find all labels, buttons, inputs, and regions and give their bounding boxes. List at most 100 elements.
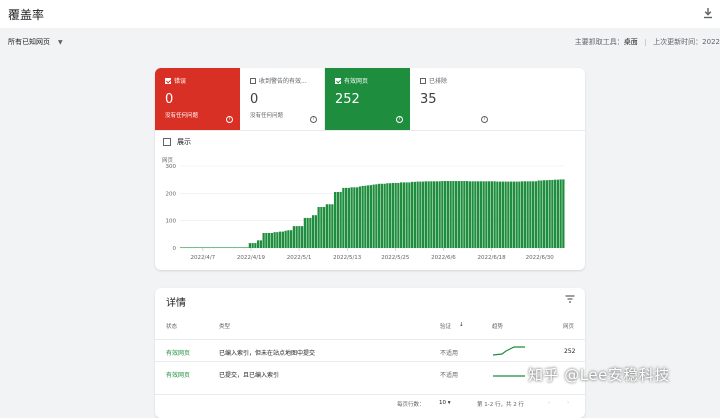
chart-bar	[325, 204, 328, 248]
chart-bar	[441, 181, 444, 248]
chart-bar	[391, 182, 394, 248]
tile-errors[interactable]: 错误 0 没有任何问题 ?	[155, 68, 240, 130]
checkbox-icon[interactable]	[163, 138, 171, 146]
chart-bar	[207, 247, 211, 248]
chart-bar	[182, 247, 186, 248]
chart-bar	[499, 181, 502, 248]
chart-bar	[548, 179, 551, 248]
help-icon[interactable]: ?	[226, 116, 233, 123]
chart-bar	[389, 183, 392, 248]
chart-bar	[276, 232, 279, 248]
chart-bar	[493, 181, 496, 248]
chart-bar	[446, 181, 449, 248]
chart-bar	[405, 182, 408, 248]
help-icon[interactable]: ?	[396, 116, 403, 123]
chart-bar	[545, 180, 548, 248]
chart-bar	[466, 181, 469, 248]
chart-bar	[537, 180, 540, 248]
chart-bar	[312, 215, 315, 248]
prev-page-icon[interactable]: ‹	[548, 400, 550, 406]
show-impressions-toggle[interactable]: 展示	[163, 137, 191, 147]
chart-bar	[504, 181, 507, 248]
tile-label: 收到警告的有效...	[259, 78, 307, 85]
y-tick-label: 100	[166, 219, 177, 225]
chart-bar	[270, 232, 273, 248]
chart-bar	[193, 247, 197, 248]
checkbox-icon[interactable]	[250, 77, 256, 84]
sort-desc-icon[interactable]: ↓	[459, 322, 464, 328]
column-header-pages[interactable]: 网页	[563, 322, 574, 330]
chart-bar	[185, 247, 189, 248]
help-icon[interactable]: ?	[310, 116, 317, 123]
row-status: 有效网页	[166, 350, 191, 357]
chart-bar	[226, 247, 230, 248]
chart-bar	[199, 247, 202, 248]
table-header: 状态 类型 验证 ↓ 趋势 网页	[155, 322, 585, 332]
chart-bar	[416, 181, 419, 248]
tile-excluded[interactable]: 已排除 35 ?	[410, 68, 495, 130]
chart-bar	[202, 247, 205, 248]
checkbox-icon[interactable]	[420, 77, 426, 84]
chart-bar	[257, 240, 260, 248]
chart-bar	[430, 181, 433, 248]
chevron-down-icon: ▼	[58, 38, 63, 46]
x-tick-label: 2022/4/7	[190, 255, 215, 261]
chart-bar	[488, 181, 491, 248]
chart-bar	[303, 217, 306, 248]
crawler-label: 主要抓取工具：	[574, 38, 624, 46]
filter-icon[interactable]	[565, 295, 575, 303]
table-row[interactable]: 有效网页 已编入索引，但未在站点地图中提交 不适用 252	[155, 339, 585, 362]
chart-bar	[402, 182, 405, 248]
page-filter-dropdown[interactable]: 所有已知网页 ▼	[8, 37, 63, 47]
chart-bar	[490, 181, 493, 248]
column-header-type[interactable]: 类型	[219, 322, 230, 330]
y-tick-label: 0	[173, 246, 177, 252]
chart-bar	[457, 181, 460, 248]
chart-bar	[281, 231, 284, 248]
chart-bar	[501, 181, 504, 248]
chart-bar	[471, 181, 474, 248]
chart-bar	[243, 247, 246, 248]
chart-bar	[452, 181, 455, 248]
column-header-validation[interactable]: 验证	[440, 322, 451, 330]
rows-per-page-select[interactable]: 10 ▾	[439, 400, 451, 406]
chart-bar	[284, 230, 287, 248]
tile-valid-with-warnings[interactable]: 收到警告的有效... 0 没有任何问题 ?	[240, 68, 325, 130]
tile-valid[interactable]: 有效网页 252 ?	[325, 68, 410, 130]
rows-per-page-value: 10	[439, 400, 446, 406]
page-filter-value: 所有已知网页	[8, 38, 50, 46]
chart-bar	[279, 231, 282, 248]
chart-bar	[474, 181, 477, 248]
chart-bar	[336, 191, 339, 248]
chart-bar	[196, 247, 200, 248]
chart-bar	[367, 185, 370, 248]
download-icon[interactable]	[702, 7, 714, 19]
table-row[interactable]: 有效网页 已提交，且已编入索引 不适用	[155, 361, 585, 384]
chart-bar	[444, 181, 447, 248]
chart-bar	[188, 247, 191, 248]
chart-bar	[259, 240, 262, 248]
chart-bar	[328, 204, 331, 248]
checkbox-icon[interactable]	[165, 77, 171, 84]
chart-bar	[347, 187, 350, 248]
column-header-status[interactable]: 状态	[166, 322, 177, 330]
pagination: 每页行数： 10 ▾ 第 1-2 行，共 2 行 ‹ ›	[155, 394, 585, 408]
chart-bar	[400, 182, 403, 248]
chart-bar	[559, 179, 562, 248]
chart-bar	[523, 181, 526, 248]
chart-bar	[449, 181, 452, 248]
chart-bar	[515, 181, 518, 248]
chart-bar	[306, 217, 309, 248]
chart-bar	[268, 232, 271, 248]
coverage-summary-card: 错误 0 没有任何问题 ? 收到警告的有效... 0 没有任何问题 ? 有效网页…	[155, 68, 585, 270]
next-page-icon[interactable]: ›	[567, 400, 569, 406]
help-icon[interactable]: ?	[481, 116, 488, 123]
chart-bar	[512, 181, 515, 248]
chart-bar	[438, 181, 441, 248]
row-validation: 不适用	[440, 372, 459, 379]
chart-bar	[229, 247, 233, 248]
chart-bar	[265, 232, 268, 248]
row-status: 有效网页	[166, 372, 191, 379]
checkbox-icon[interactable]	[335, 77, 341, 84]
chart-bar	[455, 181, 458, 248]
